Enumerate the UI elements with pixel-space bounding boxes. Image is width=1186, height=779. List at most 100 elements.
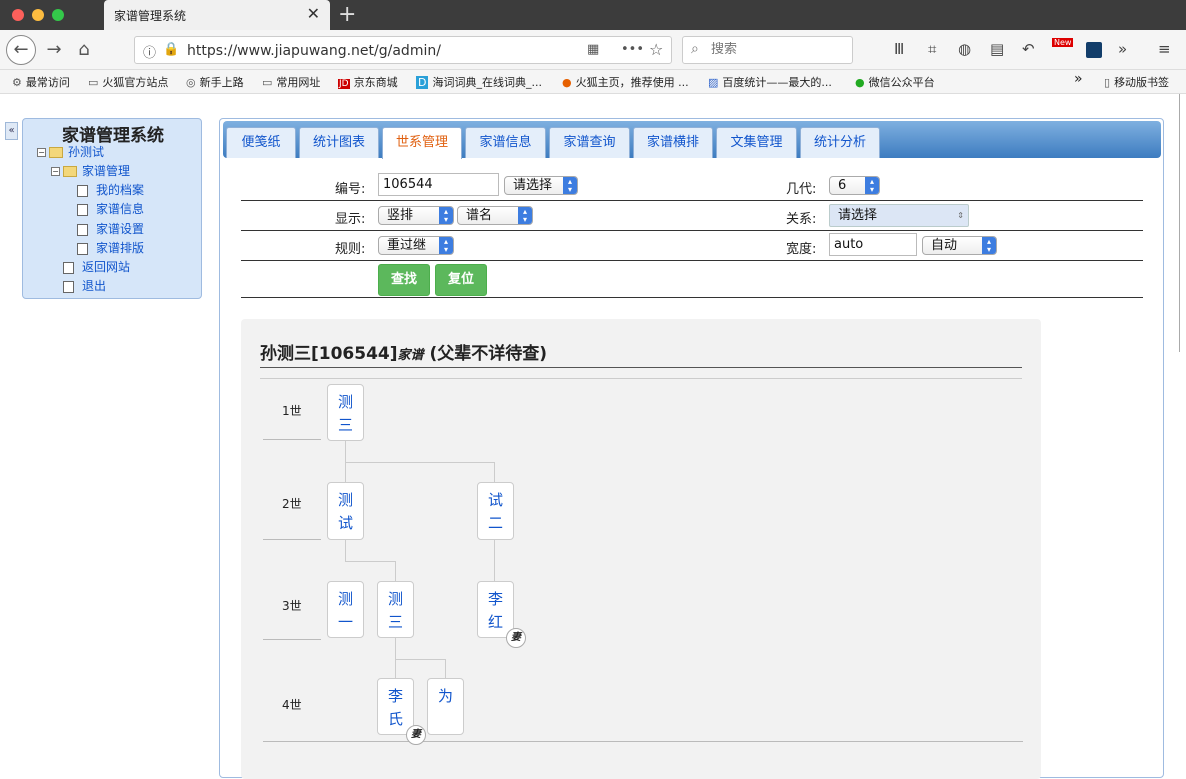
- title-underline: [260, 367, 1022, 368]
- globe-tool-icon[interactable]: ◍: [958, 40, 971, 58]
- rule-value: 重过继: [387, 238, 427, 253]
- mobile-bookmarks[interactable]: ▯ 移动版书签: [1104, 74, 1169, 90]
- generation-divider: [263, 539, 321, 540]
- tab-notes[interactable]: 便笺纸: [226, 127, 296, 158]
- folder-icon: ▭: [88, 76, 99, 89]
- sidebar-item-return[interactable]: 返回网站: [63, 258, 130, 275]
- page-icon: [77, 242, 88, 255]
- tab-charts[interactable]: 统计图表: [299, 127, 379, 158]
- connector-line: [395, 561, 396, 581]
- tab-analysis[interactable]: 统计分析: [800, 127, 880, 158]
- collapse-toggle-icon[interactable]: −: [51, 167, 60, 176]
- gear-icon: ⚙: [12, 76, 22, 89]
- page-scrollbar[interactable]: [1179, 94, 1180, 352]
- maximize-window-icon[interactable]: [52, 9, 64, 21]
- tree-top-line: [260, 378, 1022, 379]
- bookmark-item[interactable]: ● 火狐主页，推荐使用 ...: [562, 74, 689, 90]
- bookmark-label: 海词词典_在线词典_...: [432, 76, 542, 89]
- sidebar-item-label: 退出: [82, 279, 107, 293]
- minimize-window-icon[interactable]: [32, 9, 44, 21]
- width-select-value: 自动: [931, 238, 958, 253]
- rule-select[interactable]: 重过继 ▴ ▾: [378, 236, 454, 255]
- gen-count-select[interactable]: 6 ▴ ▾: [829, 176, 880, 195]
- bookmark-item[interactable]: ● 微信公众平台: [855, 74, 935, 90]
- bookmark-item[interactable]: ◎ 新手上路: [186, 74, 244, 90]
- search-button[interactable]: 查找: [378, 264, 430, 296]
- width-select[interactable]: 自动 ▴ ▾: [922, 236, 997, 255]
- close-window-icon[interactable]: [12, 9, 24, 21]
- bookmark-label: 百度统计——最大的...: [722, 76, 832, 89]
- collapse-sidebar-button[interactable]: «: [5, 122, 18, 140]
- back-icon[interactable]: ←: [6, 35, 36, 65]
- tab-lineage[interactable]: 世系管理: [382, 127, 462, 159]
- chevron-updown-icon: ▴ ▾: [563, 177, 577, 194]
- bookmarks-overflow-icon[interactable]: »: [1074, 71, 1083, 87]
- info-icon[interactable]: ⓘ: [143, 42, 156, 61]
- search-icon: ⌕: [691, 41, 699, 57]
- overflow-icon[interactable]: »: [1118, 40, 1127, 58]
- lock-icon: 🔒: [163, 42, 180, 57]
- sidebar-item-info[interactable]: 家谱信息: [77, 200, 144, 217]
- rule-label: 规则:: [335, 242, 366, 257]
- display-name-select[interactable]: 谱名 ▴ ▾: [457, 206, 533, 225]
- bookmark-item[interactable]: ⚙ 最常访问: [12, 74, 70, 90]
- reset-button[interactable]: 复位: [435, 264, 487, 296]
- person-node[interactable]: 测一: [327, 581, 364, 638]
- bookmark-item[interactable]: D 海词词典_在线词典_...: [416, 74, 542, 90]
- menu-icon[interactable]: ≡: [1158, 40, 1171, 58]
- id-input[interactable]: 106544: [378, 173, 499, 196]
- more-icon[interactable]: •••: [621, 42, 644, 57]
- connector-line: [345, 561, 395, 562]
- bookmark-item[interactable]: ▭ 常用网址: [262, 74, 320, 90]
- qr-code-icon[interactable]: ▦: [587, 42, 599, 57]
- crop-icon[interactable]: ⌗: [928, 40, 936, 58]
- connector-line: [345, 462, 494, 463]
- bookmark-item[interactable]: JD 京东商城: [338, 74, 398, 90]
- browser-search-input[interactable]: [711, 42, 841, 57]
- main-content: 便笺纸 统计图表 世系管理 家谱信息 家谱查询 家谱横排 文集管理 统计分析 编…: [219, 118, 1164, 779]
- library-icon[interactable]: Ⅲ: [894, 40, 904, 58]
- new-tab-icon[interactable]: +: [338, 2, 356, 27]
- person-node[interactable]: 测试: [327, 482, 364, 540]
- forward-icon[interactable]: →: [40, 36, 68, 64]
- url-bar[interactable]: ⓘ 🔒 https://www.jiapuwang.net/g/admin/ ▦…: [134, 36, 672, 64]
- gen-count-label: 几代:: [786, 182, 817, 197]
- person-node[interactable]: 测三: [327, 384, 364, 441]
- tab-family-query[interactable]: 家谱查询: [549, 127, 630, 158]
- person-node[interactable]: 试二: [477, 482, 514, 540]
- generation-divider: [263, 439, 321, 440]
- generation-label: 3世: [282, 599, 302, 613]
- relation-select[interactable]: 请选择 ⇕: [829, 204, 969, 227]
- tree-group[interactable]: − 家谱管理: [51, 162, 130, 179]
- sidebar-item-logout[interactable]: 退出: [63, 277, 106, 294]
- person-node[interactable]: 测三: [377, 581, 414, 638]
- form-row-rule: 规则: 重过继 ▴ ▾ 宽度: auto 自动 ▴ ▾: [241, 231, 1143, 261]
- tab-horizontal[interactable]: 家谱横排: [633, 127, 713, 158]
- tab-documents[interactable]: 文集管理: [716, 127, 797, 158]
- tab-family-info[interactable]: 家谱信息: [465, 127, 546, 158]
- wife-badge: 妻: [506, 628, 526, 648]
- baidu-stat-icon[interactable]: [1086, 42, 1102, 58]
- person-node[interactable]: 李红: [477, 581, 514, 638]
- collapse-toggle-icon[interactable]: −: [37, 148, 46, 157]
- sidebar-item-layout[interactable]: 家谱排版: [77, 239, 144, 256]
- sidebar-icon[interactable]: ▤: [990, 40, 1004, 58]
- bookmark-star-icon[interactable]: ☆: [649, 40, 663, 59]
- undo-icon[interactable]: ↶: [1022, 40, 1035, 58]
- sidebar-item-settings[interactable]: 家谱设置: [77, 220, 144, 237]
- sidebar: 家谱管理系统 − 孙测试 − 家谱管理 我的档案 家谱信息 家谱设置 家谱排版 返回…: [22, 118, 202, 299]
- width-input[interactable]: auto: [829, 233, 917, 256]
- bookmark-item[interactable]: ▨ 百度统计——最大的...: [708, 74, 832, 90]
- person-node[interactable]: 为: [427, 678, 464, 735]
- tree-root[interactable]: − 孙测试: [37, 143, 104, 160]
- url-text[interactable]: https://www.jiapuwang.net/g/admin/: [187, 43, 441, 59]
- id-select[interactable]: 请选择 ▴ ▾: [504, 176, 578, 195]
- bookmark-item[interactable]: ▭ 火狐官方站点: [88, 74, 168, 90]
- sidebar-item-my-profile[interactable]: 我的档案: [77, 181, 144, 198]
- browser-search[interactable]: ⌕: [682, 36, 853, 64]
- browser-tab[interactable]: 家谱管理系统 ✕: [104, 0, 330, 30]
- person-node[interactable]: 李氏: [377, 678, 414, 735]
- display-select[interactable]: 竖排 ▴ ▾: [378, 206, 454, 225]
- close-tab-icon[interactable]: ✕: [307, 4, 320, 23]
- home-icon[interactable]: ⌂: [70, 36, 98, 64]
